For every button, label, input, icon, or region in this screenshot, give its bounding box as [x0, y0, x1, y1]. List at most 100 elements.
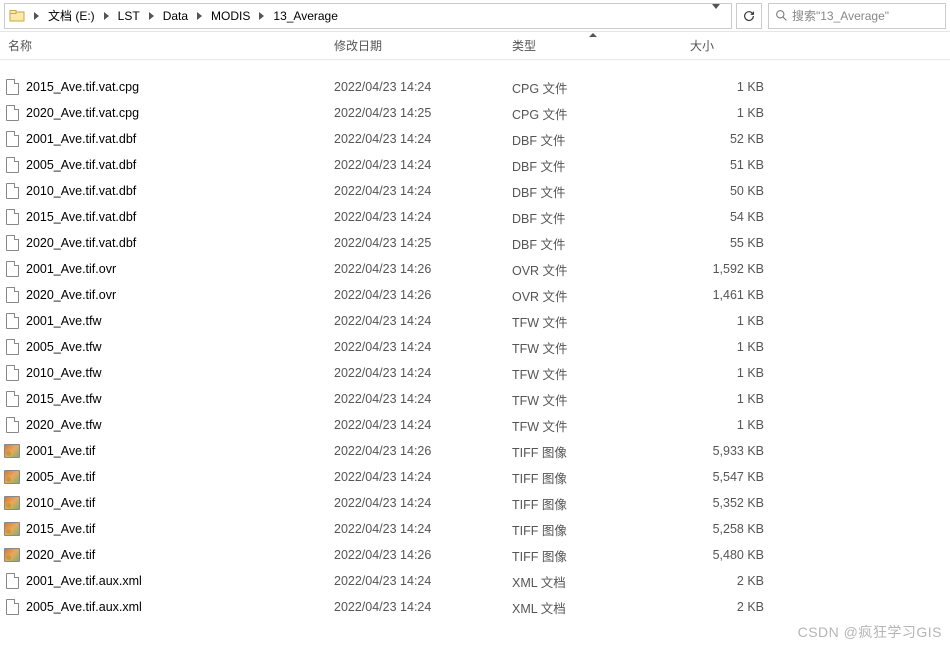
file-list: 2015_Ave.tif.vat.cpg 2022/04/23 14:24 CPG …: [0, 60, 950, 620]
file-name: 2015_Ave.tif.vat.cpg: [26, 80, 139, 94]
file-size: 1 KB: [682, 340, 772, 354]
file-row[interactable]: 2010_Ave.tfw2022/04/23 14:24TFW 文件1 KB: [0, 360, 950, 386]
file-row[interactable]: 2015_Ave.tif.vat.dbf2022/04/23 14:24DBF …: [0, 204, 950, 230]
breadcrumb-item[interactable]: Data: [157, 4, 194, 28]
chevron-down-icon: [712, 4, 720, 23]
file-row[interactable]: 2005_Ave.tfw 2022/04/23 14:24TFW 文件1 KB: [0, 334, 950, 360]
file-name: 2001_Ave.tfw: [26, 314, 102, 328]
file-date: 2022/04/23 14:26: [326, 548, 504, 562]
chevron-right-icon: [197, 12, 202, 20]
file-name: 2001_Ave.tif.ovr: [26, 262, 116, 276]
file-date: 2022/04/23 14:24: [326, 210, 504, 224]
file-row[interactable]: 2010_Ave.tif.vat.dbf2022/04/23 14:24DBF …: [0, 178, 950, 204]
sort-ascending-icon: [589, 33, 597, 37]
file-date: 2022/04/23 14:25: [326, 236, 504, 250]
header-type[interactable]: 类型: [504, 32, 682, 59]
file-row[interactable]: 2001_Ave.tif.vat.dbf2022/04/23 14:24DBF …: [0, 126, 950, 152]
file-row[interactable]: 2005_Ave.tif2022/04/23 14:24TIFF 图像5,547…: [0, 464, 950, 490]
file-name: 2020_Ave.tif.ovr: [26, 288, 116, 302]
file-date: 2022/04/23 14:26: [326, 262, 504, 276]
file-icon: [4, 313, 20, 329]
file-type: TIFF 图像: [504, 468, 682, 487]
file-type: TFW 文件: [504, 390, 682, 409]
file-date: 2022/04/23 14:24: [326, 522, 504, 536]
file-type: DBF 文件: [504, 234, 682, 253]
chevron-right-icon: [104, 12, 109, 20]
file-name: 2015_Ave.tif: [26, 522, 95, 536]
file-name: 2001_Ave.tif: [26, 444, 95, 458]
file-row[interactable]: 2020_Ave.tif.vat.dbf 2022/04/23 14:25DBF …: [0, 230, 950, 256]
file-size: 50 KB: [682, 184, 772, 198]
file-row[interactable]: 2001_Ave.tif.ovr 2022/04/23 14:26OVR 文件1,…: [0, 256, 950, 282]
header-date[interactable]: 修改日期: [326, 32, 504, 59]
file-type: XML 文档: [504, 598, 682, 617]
file-name: 2020_Ave.tfw: [26, 418, 102, 432]
file-row[interactable]: 2020_Ave.tif2022/04/23 14:26TIFF 图像5,480…: [0, 542, 950, 568]
file-type: DBF 文件: [504, 182, 682, 201]
file-row[interactable]: 2005_Ave.tif.vat.dbf2022/04/23 14:24DBF …: [0, 152, 950, 178]
file-row[interactable]: 2010_Ave.tif2022/04/23 14:24TIFF 图像5,352…: [0, 490, 950, 516]
file-date: 2022/04/23 14:24: [326, 158, 504, 172]
file-row[interactable]: 2005_Ave.tif.aux.xml2022/04/23 14:24XML …: [0, 594, 950, 620]
file-date: 2022/04/23 14:24: [326, 366, 504, 380]
file-size: 1 KB: [682, 106, 772, 120]
search-icon: [775, 9, 788, 22]
image-icon: [4, 469, 20, 485]
file-icon: [4, 131, 20, 147]
breadcrumb-item[interactable]: 13_Average: [267, 4, 344, 28]
breadcrumb-item[interactable]: LST: [112, 4, 146, 28]
file-icon: [4, 261, 20, 277]
file-type: DBF 文件: [504, 130, 682, 149]
file-size: 5,258 KB: [682, 522, 772, 536]
file-row[interactable]: 2001_Ave.tif.aux.xml2022/04/23 14:24XML …: [0, 568, 950, 594]
file-name: [26, 60, 29, 73]
file-row[interactable]: 2020_Ave.tif.ovr2022/04/23 14:26OVR 文件1,…: [0, 282, 950, 308]
chevron-right-icon: [259, 12, 264, 20]
file-icon: [4, 60, 20, 74]
file-row[interactable]: 2015_Ave.tif2022/04/23 14:24TIFF 图像5,258…: [0, 516, 950, 542]
file-type: TFW 文件: [504, 338, 682, 357]
file-row[interactable]: 2001_Ave.tfw2022/04/23 14:24TFW 文件1 KB: [0, 308, 950, 334]
search-input[interactable]: [792, 9, 939, 23]
file-name: 2015_Ave.tfw: [26, 392, 102, 406]
header-name[interactable]: 名称: [0, 32, 326, 59]
file-row[interactable]: 2015_Ave.tif.vat.cpg2022/04/23 14:24CPG …: [0, 74, 950, 100]
file-icon: [4, 183, 20, 199]
file-date: 2022/04/23 14:24: [326, 340, 504, 354]
file-row[interactable]: 2020_Ave.tfw2022/04/23 14:24TFW 文件1 KB: [0, 412, 950, 438]
file-size: 55 KB: [682, 236, 772, 250]
breadcrumb-item[interactable]: MODIS: [205, 4, 256, 28]
file-name: 2005_Ave.tfw: [26, 340, 102, 354]
image-icon: [4, 443, 20, 459]
file-row[interactable]: 2020_Ave.tif.vat.cpg2022/04/23 14:25CPG …: [0, 100, 950, 126]
refresh-button[interactable]: [736, 3, 762, 29]
address-toolbar: 文档 (E:) LST Data MODIS 13_Average: [0, 0, 950, 32]
file-type: TIFF 图像: [504, 442, 682, 461]
file-size: 54 KB: [682, 210, 772, 224]
breadcrumb-history-dropdown[interactable]: [709, 6, 723, 26]
file-type: TFW 文件: [504, 312, 682, 331]
file-row-partial[interactable]: [0, 60, 950, 74]
file-row[interactable]: 2015_Ave.tfw2022/04/23 14:24TFW 文件1 KB: [0, 386, 950, 412]
file-date: 2022/04/23 14:24: [326, 574, 504, 588]
breadcrumb[interactable]: 文档 (E:) LST Data MODIS 13_Average: [4, 3, 732, 29]
file-icon: [4, 235, 20, 251]
file-type: OVR 文件: [504, 260, 682, 279]
file-date: 2022/04/23 14:24: [326, 184, 504, 198]
file-icon: [4, 157, 20, 173]
file-icon: [4, 417, 20, 433]
file-size: 5,480 KB: [682, 548, 772, 562]
file-name: 2005_Ave.tif: [26, 470, 95, 484]
file-size: 1 KB: [682, 366, 772, 380]
file-type: CPG 文件: [504, 78, 682, 97]
file-size: 1 KB: [682, 418, 772, 432]
file-date: 2022/04/23 14:26: [326, 444, 504, 458]
file-name: 2020_Ave.tif.vat.dbf: [26, 236, 136, 250]
file-type: XML 文档: [504, 572, 682, 591]
search-box[interactable]: [768, 3, 946, 29]
breadcrumb-item[interactable]: 文档 (E:): [42, 4, 101, 28]
file-row[interactable]: 2001_Ave.tif2022/04/23 14:26TIFF 图像5,933…: [0, 438, 950, 464]
file-size: 1,592 KB: [682, 262, 772, 276]
file-date: 2022/04/23 14:24: [326, 132, 504, 146]
header-size[interactable]: 大小: [682, 32, 772, 59]
